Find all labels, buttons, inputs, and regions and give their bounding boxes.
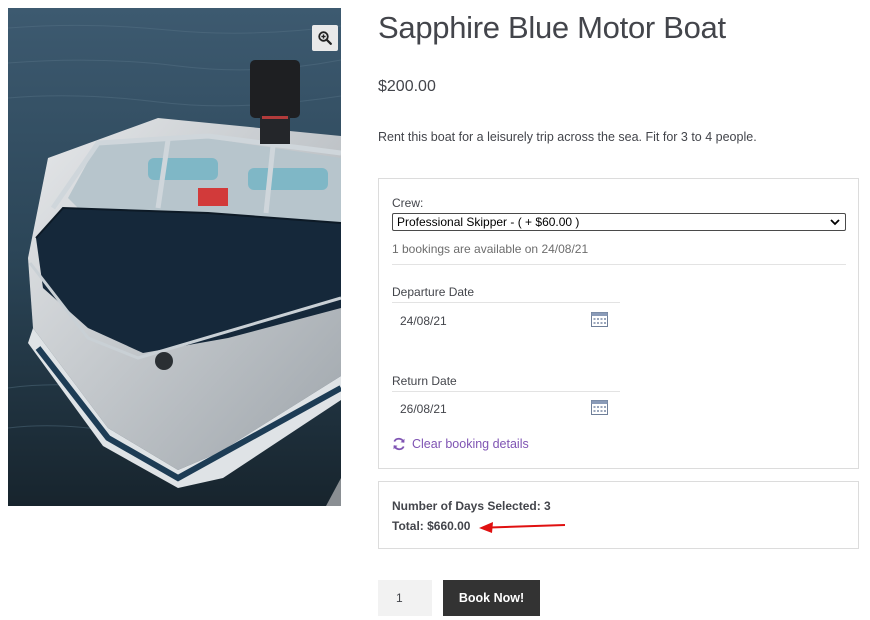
availability-text: 1 bookings are available on 24/08/21 — [392, 242, 589, 256]
crew-label: Crew: — [392, 196, 424, 210]
divider — [392, 264, 846, 265]
divider — [392, 391, 620, 392]
return-date-value: 26/08/21 — [400, 402, 447, 416]
booking-total: Total: $660.00 — [392, 519, 471, 533]
quantity-input[interactable]: 1 — [378, 580, 432, 616]
return-date-input[interactable]: 26/08/21 — [392, 394, 620, 424]
days-selected: Number of Days Selected: 3 — [392, 499, 551, 513]
divider — [392, 302, 620, 303]
annotation-arrow-icon — [479, 522, 566, 533]
clear-booking-link[interactable]: Clear booking details — [392, 437, 529, 451]
calendar-icon[interactable] — [591, 399, 608, 415]
crew-select[interactable]: Professional Skipper - ( + $60.00 ) — [392, 213, 846, 231]
refresh-icon — [393, 437, 405, 451]
zoom-in-icon — [318, 31, 332, 45]
chevron-down-icon — [830, 219, 840, 226]
product-title: Sapphire Blue Motor Boat — [378, 10, 726, 45]
product-description: Rent this boat for a leisurely trip acro… — [378, 130, 757, 144]
image-zoom-button[interactable] — [312, 25, 338, 51]
booking-form: Crew: Professional Skipper - ( + $60.00 … — [378, 178, 859, 469]
departure-date-label: Departure Date — [392, 285, 475, 299]
clear-booking-label: Clear booking details — [412, 437, 529, 451]
book-now-button[interactable]: Book Now! — [443, 580, 540, 616]
departure-date-value: 24/08/21 — [400, 314, 447, 328]
product-price: $200.00 — [378, 78, 436, 95]
departure-date-input[interactable]: 24/08/21 — [392, 306, 620, 336]
booking-summary: Number of Days Selected: 3 Total: $660.0… — [378, 481, 859, 549]
return-date-label: Return Date — [392, 374, 457, 388]
crew-selected-value: Professional Skipper - ( + $60.00 ) — [397, 215, 580, 229]
calendar-icon[interactable] — [591, 311, 608, 327]
product-image[interactable] — [8, 8, 341, 506]
boat-photo — [8, 8, 341, 506]
